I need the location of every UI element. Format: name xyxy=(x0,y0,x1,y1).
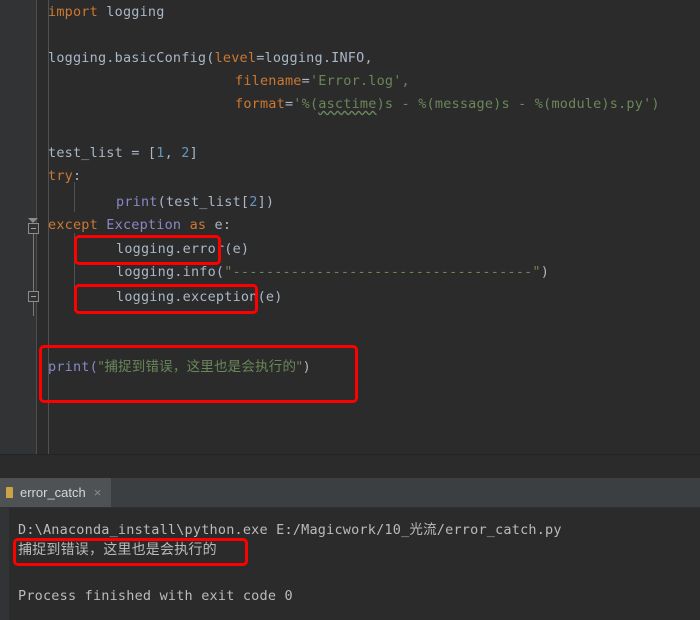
token-class-exception: Exception xyxy=(97,217,190,233)
run-console-panel: error_catch × D:\Anaconda_install\python… xyxy=(0,478,700,620)
token-logging-info-head: logging.info( xyxy=(116,264,225,280)
console-line-command: D:\Anaconda_install\python.exe E:/Magicw… xyxy=(18,522,562,538)
token-string-filename: 'Error.log', xyxy=(309,73,410,89)
tab-label: error_catch xyxy=(20,485,86,500)
token-logging-exception: logging.exception(e) xyxy=(116,289,283,305)
code-line-print-cn: print("捕捉到错误，这里也是会执行的") xyxy=(48,360,311,375)
ide-window: import logging logging.basicConfig(level… xyxy=(0,0,700,620)
token-bracket-close: ] xyxy=(189,145,198,161)
token-comma: , xyxy=(164,145,182,161)
code-line-logging-error: logging.error(e) xyxy=(116,242,249,257)
code-line-import: import logging xyxy=(48,5,165,20)
console-line-exit-status: Process finished with exit code 0 xyxy=(18,588,293,604)
token-arg-filename: filename xyxy=(235,73,302,89)
token-logging-error: logging.error(e) xyxy=(116,241,250,257)
code-text-area[interactable]: import logging logging.basicConfig(level… xyxy=(37,0,700,455)
token-keyword-except: except xyxy=(48,217,98,233)
code-line-print-index: print(test_list[2]) xyxy=(116,195,274,210)
console-gutter xyxy=(0,508,9,620)
token-string-format-rest: )s - %(message)s - %(module)s.py') xyxy=(376,96,660,112)
console-line-program-output: 捕捉到错误，这里也是会执行的 xyxy=(18,542,217,558)
token-number-2: 2 xyxy=(181,145,190,161)
console-output[interactable]: D:\Anaconda_install\python.exe E:/Magicw… xyxy=(0,508,700,620)
code-line-format: format='%(asctime)s - %(message)s - %(mo… xyxy=(235,97,660,112)
divider-top-line xyxy=(0,454,700,455)
token-keyword-try: try xyxy=(48,168,73,184)
token-arg-level: level xyxy=(214,50,257,66)
token-call-basicconfig: logging.basicConfig( xyxy=(48,50,215,66)
editor-console-divider[interactable] xyxy=(0,455,700,478)
token-keyword-import: import xyxy=(48,4,98,20)
fold-region-line xyxy=(33,234,34,292)
token-keyword-as: as xyxy=(189,217,207,233)
token-equals-2: = xyxy=(301,73,310,89)
close-icon[interactable]: × xyxy=(94,485,102,500)
code-line-basicconfig: logging.basicConfig(level=logging.INFO, xyxy=(48,51,373,66)
token-builtin-print: print xyxy=(116,194,158,210)
token-arg-format: format xyxy=(235,96,285,112)
console-tabbar: error_catch × xyxy=(0,478,700,507)
tab-error-catch[interactable]: error_catch × xyxy=(0,478,112,507)
token-print-args: (test_list[ xyxy=(157,194,250,210)
token-var-e: e: xyxy=(206,217,232,233)
token-number-1: 1 xyxy=(156,145,165,161)
token-equals-1: = xyxy=(256,50,265,66)
token-number-index: 2 xyxy=(249,194,258,210)
token-builtin-print-cn: print( xyxy=(48,359,98,375)
code-line-testlist: test_list = [1, 2] xyxy=(48,146,198,161)
code-editor[interactable]: import logging logging.basicConfig(level… xyxy=(0,0,700,455)
token-colon-try: : xyxy=(72,168,82,184)
token-testlist-assign: test_list = [ xyxy=(48,145,157,161)
code-line-filename: filename='Error.log', xyxy=(235,74,410,89)
token-print-args-close: ]) xyxy=(257,194,275,210)
code-line-logging-info: logging.info("--------------------------… xyxy=(116,265,549,280)
token-logging-info-separator: "------------------------------------" xyxy=(224,264,541,280)
token-string-format-open: '%( xyxy=(293,96,319,112)
fold-region-line-tail xyxy=(33,302,34,316)
token-print-cn-tail: ) xyxy=(302,359,311,375)
token-string-cn: "捕捉到错误，这里也是会执行的" xyxy=(97,359,303,375)
token-string-format-asctime: asctime xyxy=(318,96,377,112)
token-value-level: logging.INFO, xyxy=(264,50,373,66)
token-logging-info-tail: ) xyxy=(540,264,550,280)
code-line-logging-exception: logging.exception(e) xyxy=(116,290,283,305)
token-module-logging: logging xyxy=(97,4,165,20)
code-line-except: except Exception as e: xyxy=(48,218,231,233)
python-file-icon xyxy=(6,487,13,498)
code-line-try: try: xyxy=(48,169,81,184)
